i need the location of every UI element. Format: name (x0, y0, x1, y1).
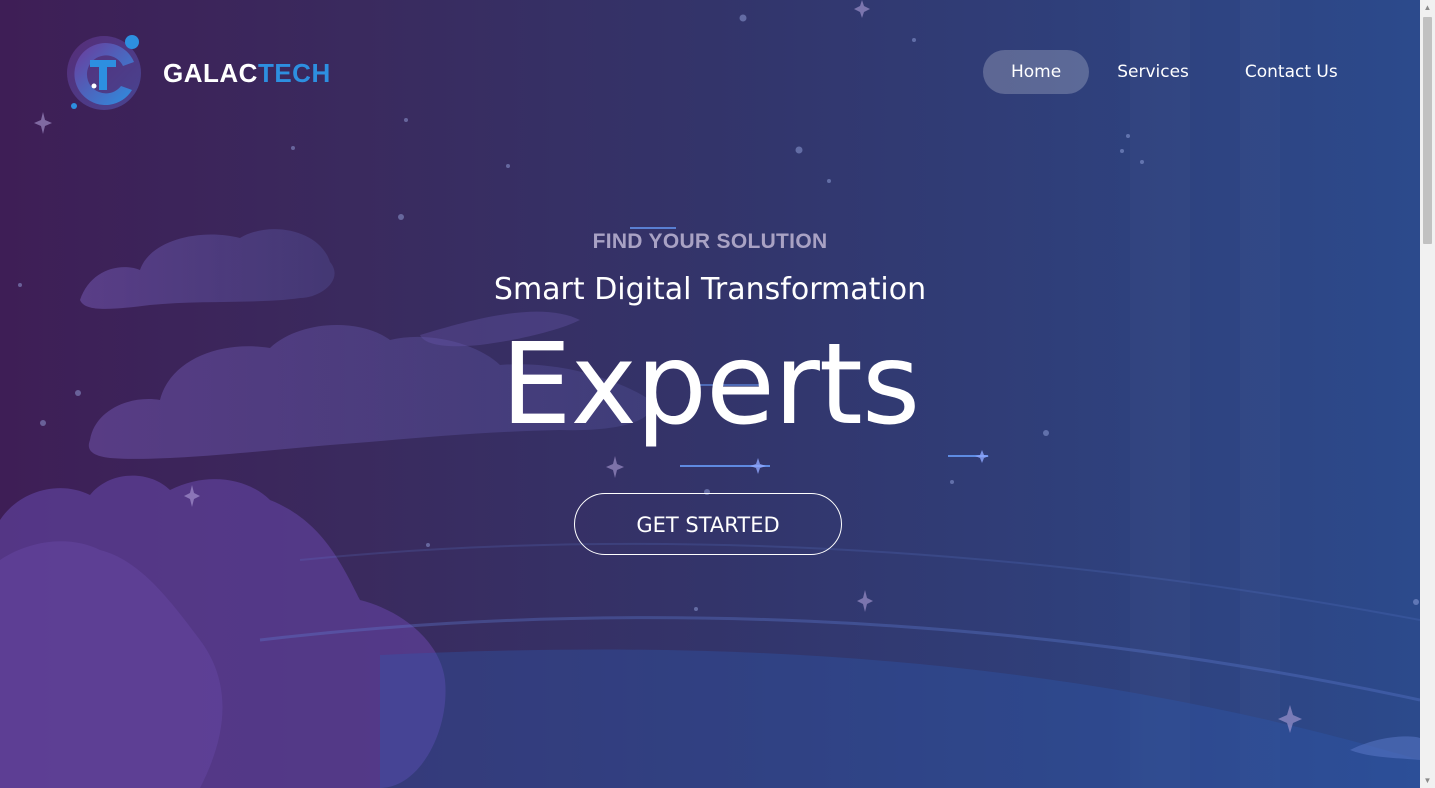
nav-item-home[interactable]: Home (983, 50, 1090, 94)
vertical-scrollbar[interactable]: ▲ ▼ (1420, 0, 1435, 788)
main-navigation: Home Services Contact Us (983, 50, 1366, 94)
get-started-button[interactable]: GET STARTED (574, 493, 842, 555)
scroll-up-arrow-icon[interactable]: ▲ (1420, 0, 1435, 15)
hero-headline: Experts (500, 320, 920, 450)
brand-logo[interactable]: GALACTECH (66, 34, 331, 112)
nav-item-contact-us[interactable]: Contact Us (1217, 50, 1366, 94)
brand-name-part-2: TECH (257, 57, 331, 88)
hero-section: FIND YOUR SOLUTION Smart Digital Transfo… (0, 220, 1420, 445)
nav-item-services[interactable]: Services (1089, 50, 1217, 94)
hero-eyebrow: FIND YOUR SOLUTION (592, 230, 828, 253)
scroll-down-arrow-icon[interactable]: ▼ (1420, 773, 1435, 788)
galactech-logo-icon (67, 35, 141, 110)
scrollbar-thumb[interactable] (1423, 17, 1432, 244)
brand-name: GALACTECH (163, 58, 331, 89)
site-header: GALACTECH Home Services Contact Us (0, 0, 1420, 140)
brand-name-part-1: GALAC (163, 57, 258, 88)
hero-subtitle: Smart Digital Transformation (493, 272, 927, 307)
page: GALACTECH Home Services Contact Us FIND … (0, 0, 1420, 788)
